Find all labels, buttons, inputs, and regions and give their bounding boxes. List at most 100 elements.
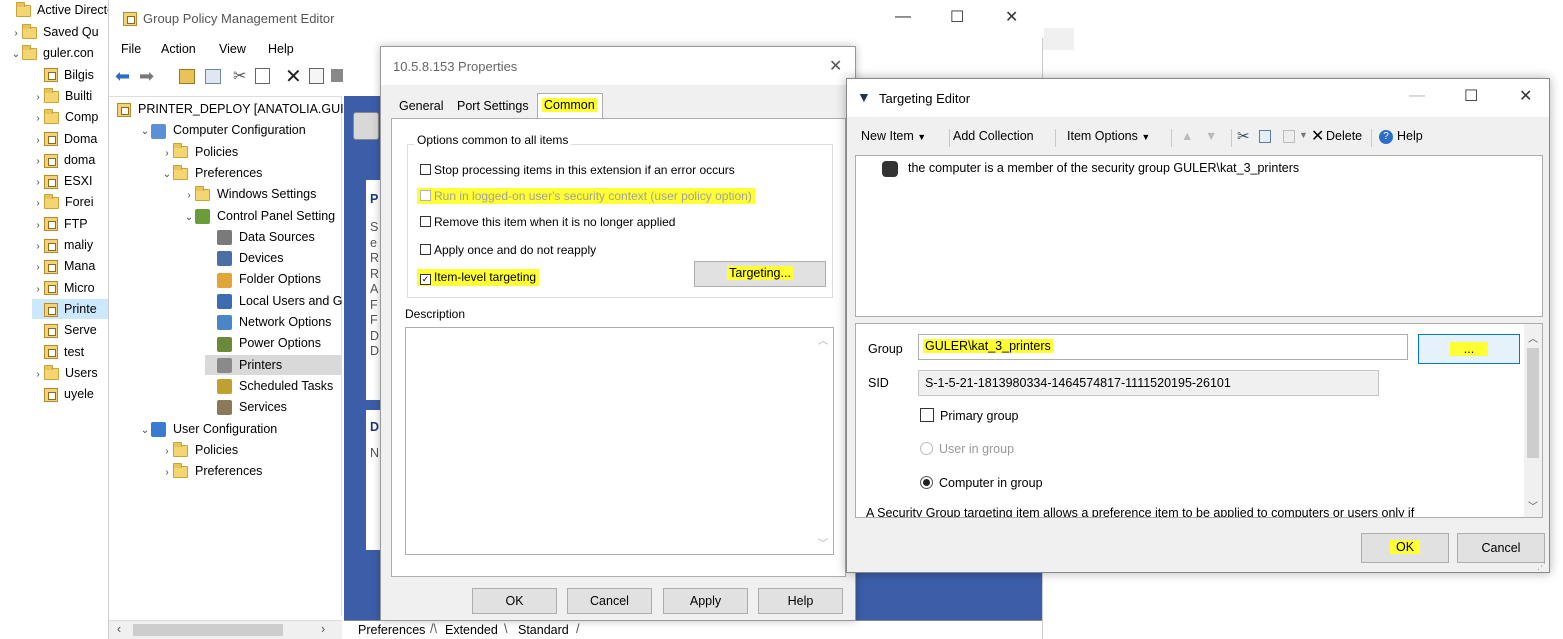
menu-action[interactable]: Action <box>161 42 196 56</box>
expand-chevron-icon[interactable]: › <box>183 186 195 206</box>
ad-tree-item[interactable]: › Micro <box>32 278 95 298</box>
ad-tree-item[interactable]: Printe <box>32 298 110 319</box>
ad-tree-item[interactable]: › Builti <box>32 86 92 106</box>
targeting-maximize-button[interactable]: ☐ <box>1464 86 1478 106</box>
copy-icon[interactable] <box>255 68 270 84</box>
menu-view[interactable]: View <box>219 42 246 56</box>
gpme-tree-item[interactable]: Scheduled Tasks <box>205 376 333 396</box>
expand-chevron-icon[interactable]: › <box>32 152 44 172</box>
ad-tree-item[interactable]: › Forei <box>32 192 93 212</box>
delete-icon[interactable]: ✕ <box>1311 126 1324 146</box>
gpme-tree-item[interactable]: Network Options <box>205 312 331 332</box>
properties-close-button[interactable]: ✕ <box>829 56 842 76</box>
targeting-ok-button[interactable]: OK <box>1361 533 1449 563</box>
tree-horizontal-scrollbar[interactable]: ‹ › <box>109 620 342 639</box>
minimize-button[interactable]: — <box>895 8 911 26</box>
targeting-minimize-button[interactable]: — <box>1409 87 1425 105</box>
properties-ok-button[interactable]: OK <box>472 588 557 614</box>
ad-tree-item[interactable]: ⌄ guler.con <box>10 43 94 63</box>
expand-chevron-icon[interactable]: › <box>161 144 173 164</box>
gpme-tree-item[interactable]: ⌄ User Configuration <box>139 419 277 439</box>
scroll-thumb[interactable] <box>133 624 283 636</box>
gpme-tree-item[interactable]: Data Sources <box>205 227 315 247</box>
properties-cancel-button[interactable]: Cancel <box>567 588 652 614</box>
printer-toolbar-icon[interactable] <box>331 69 343 82</box>
expand-chevron-icon[interactable]: ⌄ <box>10 45 22 65</box>
gpme-tree-item[interactable]: › Windows Settings <box>183 184 316 204</box>
move-up-icon[interactable]: ▲ <box>1181 129 1193 143</box>
show-hide-tree-icon[interactable] <box>205 69 221 84</box>
option-checkbox[interactable]: Stop processing items in this extension … <box>420 163 735 177</box>
primary-group-checkbox[interactable]: Primary group <box>920 408 1019 423</box>
gpme-tree-item[interactable]: Printers <box>205 354 342 375</box>
ad-tree-item[interactable]: › Saved Qu <box>10 22 99 42</box>
gpme-tree-item[interactable]: Folder Options <box>205 269 321 289</box>
scroll-up-icon[interactable]: ︿ <box>1528 330 1538 345</box>
cut-icon[interactable]: ✂ <box>1237 127 1250 145</box>
tab-common-frame[interactable]: Common <box>537 93 603 119</box>
expand-chevron-icon[interactable]: ⌄ <box>161 165 173 185</box>
help-button[interactable]: Help <box>1397 129 1423 143</box>
tab-common[interactable]: Common <box>542 98 597 112</box>
close-button[interactable]: ✕ <box>1005 7 1018 27</box>
ad-tree-item[interactable]: › Users <box>32 363 98 383</box>
up-folder-icon[interactable] <box>179 69 195 84</box>
expand-chevron-icon[interactable]: › <box>32 280 44 300</box>
expand-chevron-icon[interactable]: › <box>32 173 44 193</box>
expand-chevron-icon[interactable]: › <box>32 194 44 214</box>
expand-chevron-icon[interactable]: › <box>32 365 44 385</box>
delete-icon[interactable]: ✕ <box>285 64 302 89</box>
description-textarea[interactable]: ︿ ﹀ <box>405 327 834 555</box>
user-in-group-radio[interactable]: User in group <box>920 442 1014 456</box>
delete-button[interactable]: Delete <box>1326 129 1362 143</box>
gpme-tree-item[interactable]: Devices <box>205 248 283 268</box>
new-item-menu[interactable]: New Item ▼ <box>861 129 926 143</box>
tab-port-settings[interactable]: Port Settings <box>457 99 529 113</box>
ad-tree-item[interactable]: Active Directory <box>4 0 125 20</box>
tab-extended[interactable]: Extended <box>445 623 498 637</box>
option-checkbox[interactable]: Apply once and do not reapply <box>420 243 596 257</box>
option-checkbox[interactable]: Remove this item when it is no longer ap… <box>420 215 675 229</box>
expand-chevron-icon[interactable]: › <box>10 24 22 44</box>
gpme-tree-item[interactable]: PRINTER_DEPLOY [ANATOLIA.GUI <box>117 99 344 119</box>
gpme-tree-item[interactable]: Local Users and G <box>205 291 343 311</box>
ad-tree-item[interactable]: › maliy <box>32 235 93 255</box>
targeting-close-button[interactable]: ✕ <box>1519 86 1532 106</box>
scroll-left-icon[interactable]: ‹ <box>117 622 121 636</box>
group-field[interactable]: GULER\kat_3_printers <box>918 334 1408 360</box>
add-collection-button[interactable]: Add Collection <box>953 129 1034 143</box>
ad-tree-item[interactable]: › FTP <box>32 214 88 234</box>
scroll-right-icon[interactable]: › <box>321 622 325 636</box>
targeting-rule-text[interactable]: the computer is a member of the security… <box>908 161 1299 175</box>
gpme-tree-item[interactable]: ⌄ Control Panel Setting <box>183 206 335 226</box>
scroll-down-icon[interactable]: ﹀ <box>818 535 828 550</box>
maximize-button[interactable]: ☐ <box>950 7 964 27</box>
tab-general[interactable]: General <box>399 99 443 113</box>
expand-chevron-icon[interactable]: › <box>32 131 44 151</box>
gpme-tree-item[interactable]: ⌄ Preferences <box>161 163 262 183</box>
ad-tree-item[interactable]: Serve <box>32 320 97 340</box>
gpme-tree-item[interactable]: Power Options <box>205 333 321 353</box>
targeting-rule-list[interactable]: the computer is a member of the security… <box>855 155 1543 317</box>
copy-icon[interactable] <box>1259 130 1271 143</box>
properties-help-button[interactable]: Help <box>758 588 843 614</box>
ad-tree-item[interactable]: › Doma <box>32 129 97 149</box>
forward-arrow-icon[interactable]: ➡ <box>139 66 154 87</box>
menu-file[interactable]: File <box>121 42 141 56</box>
gpme-tree-item[interactable]: › Policies <box>161 440 238 460</box>
help-icon[interactable]: ? <box>1379 130 1393 144</box>
expand-chevron-icon[interactable]: › <box>32 109 44 129</box>
ad-tree-item[interactable]: › ESXI <box>32 171 93 191</box>
back-arrow-icon[interactable]: ⬅ <box>115 66 130 87</box>
properties-vertical-scrollbar[interactable]: ︿ ﹀ <box>1524 324 1542 517</box>
paste-icon[interactable] <box>1283 130 1295 143</box>
expand-chevron-icon[interactable]: › <box>32 237 44 257</box>
expand-chevron-icon[interactable]: › <box>161 442 173 462</box>
expand-chevron-icon[interactable]: › <box>32 258 44 278</box>
ad-tree-item[interactable]: Bilgis <box>32 65 94 85</box>
gpme-tree-item[interactable]: Services <box>205 397 287 417</box>
move-down-icon[interactable]: ▼ <box>1205 129 1217 143</box>
expand-chevron-icon[interactable]: ⌄ <box>183 208 195 228</box>
ad-tree-item[interactable]: › doma <box>32 150 95 170</box>
item-options-menu[interactable]: Item Options ▼ <box>1067 129 1150 143</box>
